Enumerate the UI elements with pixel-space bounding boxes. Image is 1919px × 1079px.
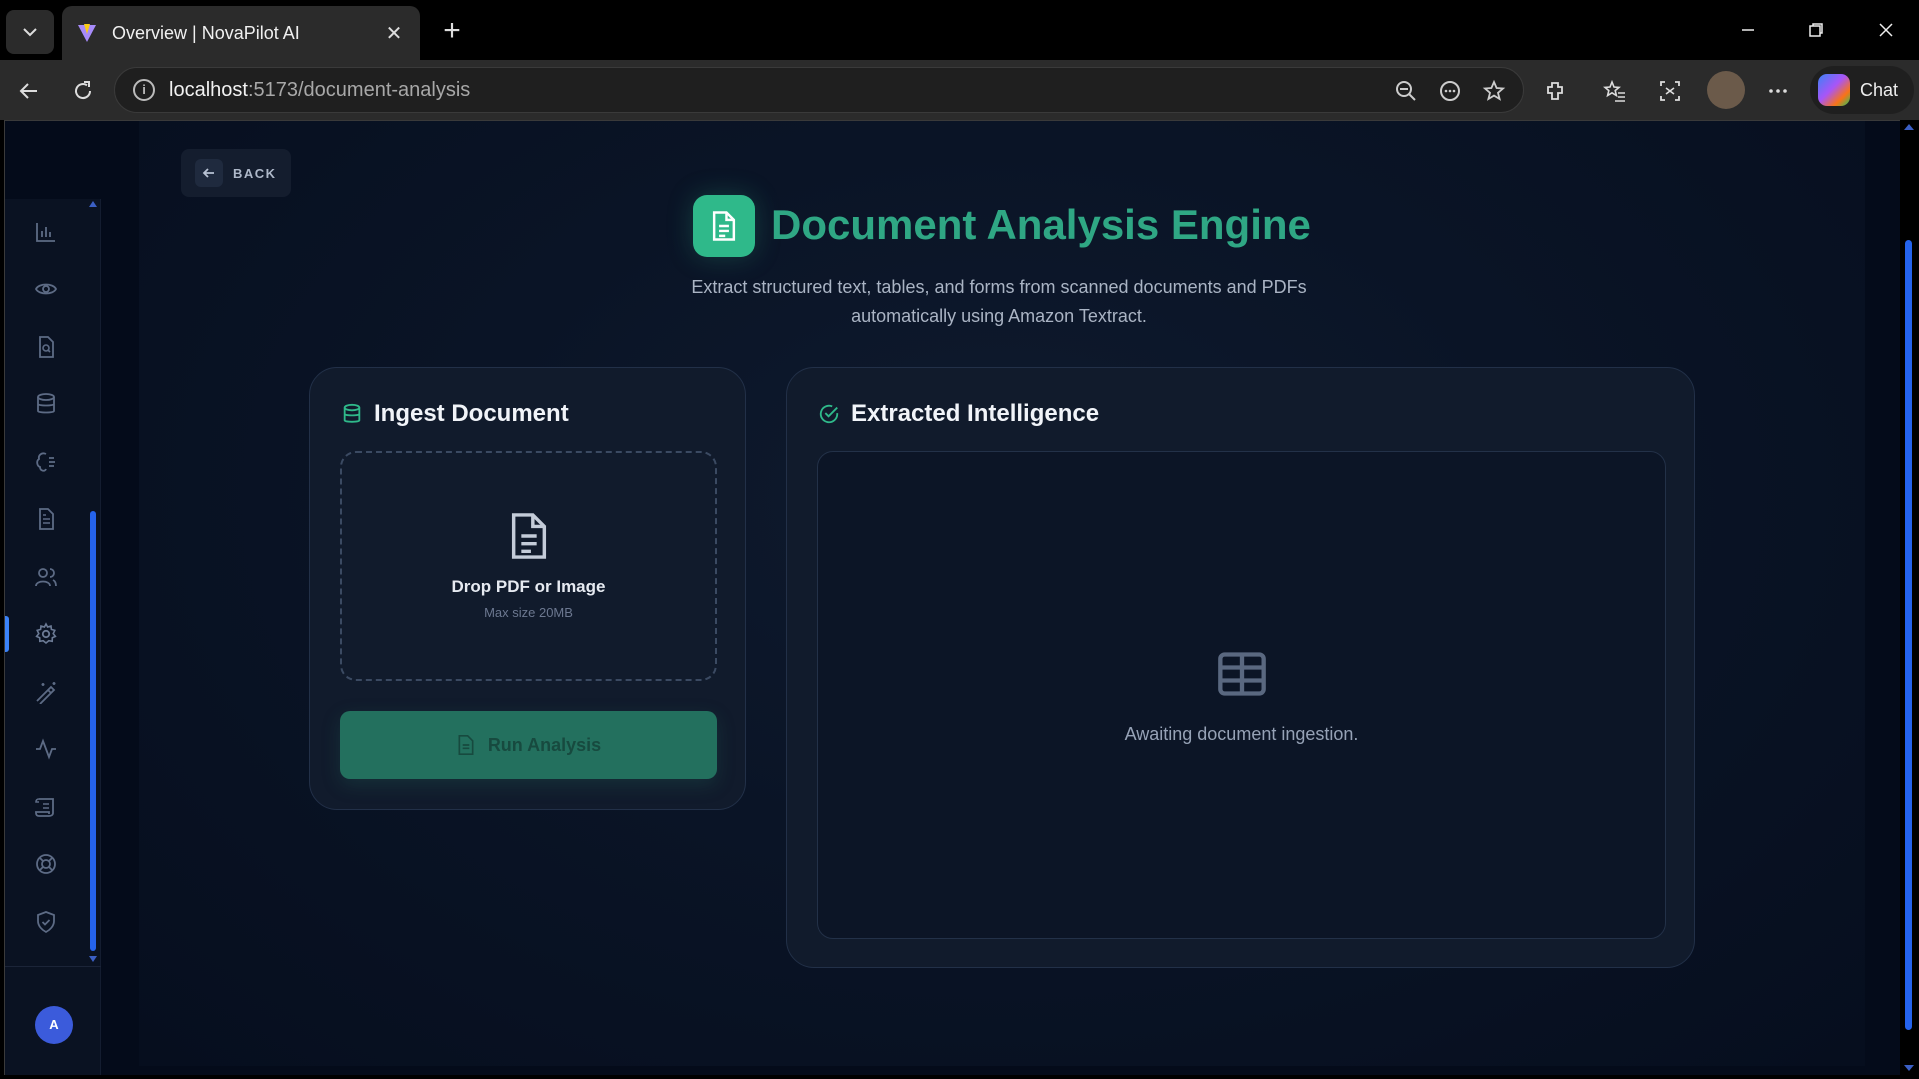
browser-tab[interactable]: Overview | NovaPilot AI ✕ (62, 6, 420, 60)
sidebar-active-indicator (5, 616, 9, 652)
sidebar-scroll-up[interactable] (89, 201, 97, 207)
scroll-up-arrow[interactable] (1904, 124, 1914, 130)
scroll-down-arrow[interactable] (1904, 1065, 1914, 1071)
shield-check-icon[interactable] (31, 907, 61, 937)
file-dropzone[interactable]: Drop PDF or Image Max size 20MB (340, 451, 717, 681)
database-icon (340, 402, 364, 426)
run-analysis-label: Run Analysis (487, 734, 602, 755)
results-heading: Extracted Intelligence (851, 400, 1100, 427)
chat-label: Chat (1860, 79, 1899, 100)
url-host: localhost (169, 78, 248, 101)
table-icon (1218, 652, 1266, 696)
page-subtitle: Extract structured text, tables, and for… (691, 277, 1307, 326)
browser-window: Overview | NovaPilot AI ✕ + i localhost:… (0, 0, 1919, 1079)
profile-avatar[interactable] (1707, 71, 1745, 109)
refresh-icon[interactable] (66, 74, 100, 108)
sidebar-scrollbar[interactable] (90, 511, 96, 951)
main-content: BACK Document Analysis Engine Extract st… (139, 121, 1865, 1066)
copilot-logo-icon (1818, 74, 1850, 106)
back-label: BACK (233, 165, 277, 181)
site-info-icon[interactable]: i (133, 79, 155, 101)
restore-button[interactable] (1786, 6, 1846, 54)
address-bar[interactable]: i localhost:5173/document-analysis (114, 67, 1524, 113)
analytics-icon[interactable] (31, 217, 61, 247)
close-window-button[interactable] (1856, 6, 1916, 54)
eye-icon[interactable] (31, 274, 61, 304)
sidebar-scroll-down[interactable] (89, 956, 97, 962)
favorites-list-icon[interactable] (1598, 74, 1632, 108)
more-tools-icon[interactable] (1435, 76, 1465, 106)
vite-logo-icon (76, 22, 98, 44)
run-analysis-button[interactable]: Run Analysis (340, 711, 717, 779)
document-search-icon[interactable] (31, 332, 61, 362)
minimize-button[interactable] (1718, 6, 1778, 54)
browser-toolbar: i localhost:5173/document-analysis Chat (0, 60, 1919, 120)
extracted-intelligence-card: Extracted Intelligence Awaiting document… (786, 367, 1695, 968)
file-text-icon (511, 513, 547, 559)
empty-state-message: Awaiting document ingestion. (1124, 724, 1359, 744)
new-tab-button[interactable]: + (432, 12, 472, 52)
ingest-heading: Ingest Document (374, 400, 569, 427)
document-icon[interactable] (31, 504, 61, 534)
user-avatar[interactable]: A (35, 1006, 73, 1044)
copilot-chat-button[interactable]: Chat (1810, 66, 1914, 114)
database-icon[interactable] (31, 389, 61, 419)
ingest-document-card: Ingest Document Drop PDF or Image Max si… (309, 367, 746, 810)
tab-title: Overview | NovaPilot AI (112, 22, 300, 43)
page-viewport: A BACK Document Analysis Engine Extract … (4, 120, 1904, 1075)
page-title: Document Analysis Engine (771, 201, 1311, 248)
scrollbar-thumb[interactable] (1905, 240, 1912, 1030)
brain-icon[interactable] (31, 447, 61, 477)
arrow-left-icon (195, 159, 223, 187)
wand-icon[interactable] (31, 677, 61, 707)
extensions-icon[interactable] (1538, 74, 1572, 108)
tab-bar: Overview | NovaPilot AI ✕ + (0, 0, 1919, 60)
back-button[interactable]: BACK (181, 149, 291, 197)
zoom-out-icon[interactable] (1391, 76, 1421, 106)
back-arrow-icon[interactable] (12, 74, 46, 108)
url-path: :5173/document-analysis (247, 78, 471, 101)
favorite-star-icon[interactable] (1479, 76, 1509, 106)
activity-icon[interactable] (31, 734, 61, 764)
results-panel: Awaiting document ingestion. (817, 451, 1666, 939)
more-options-icon[interactable] (1761, 74, 1795, 108)
gear-icon[interactable] (31, 619, 61, 649)
users-icon[interactable] (31, 562, 61, 592)
close-tab-icon[interactable]: ✕ (382, 21, 406, 46)
sidebar: A (5, 121, 101, 1075)
dropzone-hint: Max size 20MB (484, 605, 573, 620)
scroll-icon[interactable] (31, 792, 61, 822)
check-circle-icon (817, 402, 841, 426)
dropzone-title: Drop PDF or Image (451, 577, 606, 596)
chevron-down-icon (23, 28, 37, 37)
lifebuoy-icon[interactable] (31, 849, 61, 879)
page-scrollbar[interactable] (1900, 120, 1919, 1079)
screenshot-icon[interactable] (1653, 74, 1687, 108)
file-icon (456, 734, 476, 756)
tab-actions-button[interactable] (6, 10, 54, 54)
document-hero-icon (693, 195, 755, 257)
